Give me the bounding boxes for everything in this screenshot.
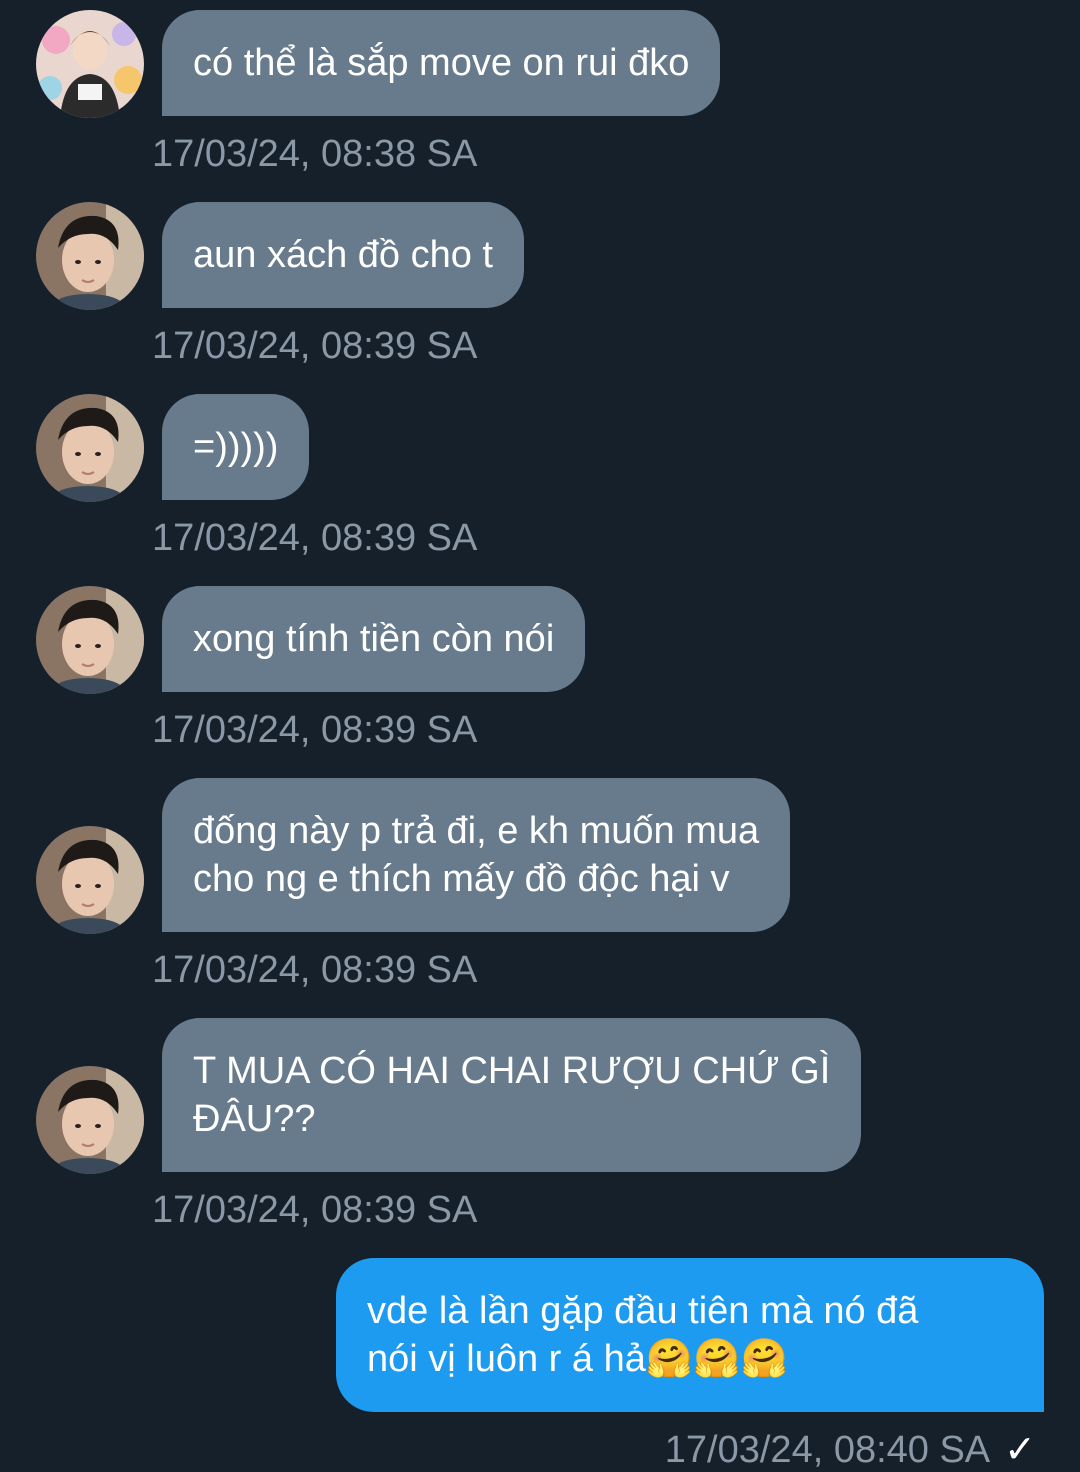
- message-timestamp: 17/03/24, 08:40 SA ✓: [665, 1428, 1036, 1472]
- message-timestamp: 17/03/24, 08:39 SA: [152, 709, 478, 751]
- avatar[interactable]: [36, 202, 144, 310]
- avatar[interactable]: [36, 826, 144, 934]
- avatar[interactable]: [36, 394, 144, 502]
- message-timestamp-text: 17/03/24, 08:40 SA: [664, 1429, 991, 1471]
- avatar[interactable]: [36, 1066, 144, 1174]
- message-timestamp: 17/03/24, 08:39 SA: [152, 325, 478, 367]
- message-bubble[interactable]: aun xách đồ cho t: [162, 202, 524, 308]
- avatar[interactable]: [36, 586, 144, 694]
- message-bubble[interactable]: T MUA CÓ HAI CHAI RƯỢU CHỨ GÌ ĐÂU??: [162, 1018, 862, 1172]
- message-timestamp: 17/03/24, 08:39 SA: [152, 949, 478, 991]
- checkmark-icon: ✓: [1004, 1429, 1036, 1471]
- message-bubble[interactable]: đống này p trả đi, e kh muốn mua cho ng …: [162, 778, 791, 932]
- avatar[interactable]: [36, 10, 144, 118]
- message-timestamp: 17/03/24, 08:39 SA: [152, 1189, 478, 1231]
- message-bubble[interactable]: xong tính tiền còn nói: [162, 586, 586, 692]
- message-timestamp: 17/03/24, 08:39 SA: [152, 517, 478, 559]
- message-bubble[interactable]: có thể là sắp move on rui đko: [162, 10, 721, 116]
- message-bubble-outgoing[interactable]: vde là lần gặp đầu tiên mà nó đã nói vị …: [336, 1258, 1044, 1412]
- message-timestamp: 17/03/24, 08:38 SA: [152, 133, 478, 175]
- message-bubble[interactable]: =))))): [162, 394, 310, 500]
